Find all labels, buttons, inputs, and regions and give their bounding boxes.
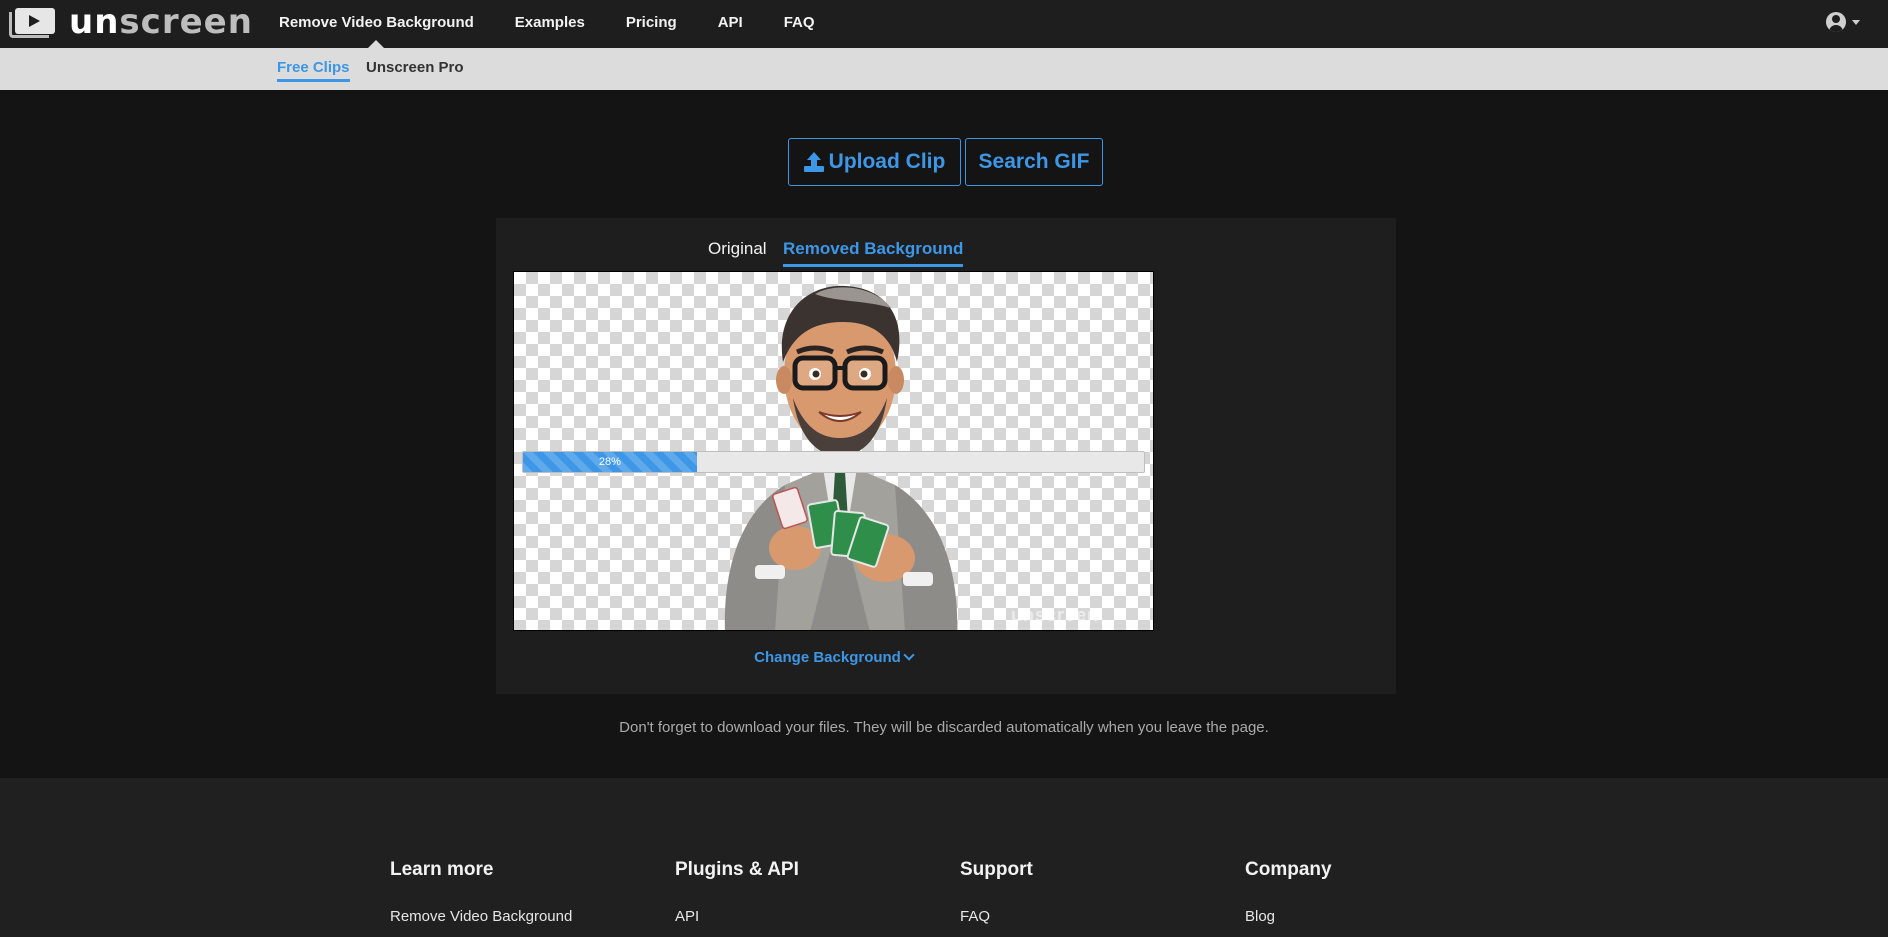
video-preview: 28% unscreen (513, 271, 1154, 631)
footer-heading-learn-more: Learn more (390, 859, 494, 880)
user-circle-icon (1826, 12, 1846, 32)
footer-heading-company: Company (1245, 859, 1332, 880)
nav-pricing[interactable]: Pricing (626, 0, 677, 48)
caret-down-icon (1852, 19, 1860, 25)
result-panel: Original Removed Background 28% unscreen… (496, 218, 1396, 694)
sub-navigation: Free Clips Unscreen Pro (0, 48, 1888, 90)
chevron-down-icon (903, 649, 915, 661)
search-gif-button[interactable]: Search GIF (965, 138, 1103, 186)
progress-label: 28% (598, 456, 621, 468)
watermark: unscreen (1011, 605, 1100, 625)
subnav-free-clips[interactable]: Free Clips (277, 48, 350, 90)
footer-link-faq[interactable]: FAQ (960, 908, 990, 925)
processing-progress-bar: 28% (522, 451, 1145, 473)
tab-removed-background[interactable]: Removed Background (783, 235, 964, 267)
download-notice: Don't forget to download your files. The… (619, 719, 1269, 736)
account-menu[interactable] (1826, 12, 1860, 32)
upload-icon (803, 152, 824, 172)
main-nav: Remove Video Background Examples Pricing… (279, 0, 856, 48)
unscreen-logo[interactable]: unscreen (9, 2, 253, 42)
logo-play-icon (9, 6, 55, 38)
search-gif-label: Search GIF (978, 150, 1090, 173)
upload-clip-label: Upload Clip (828, 150, 946, 173)
footer-link-api[interactable]: API (675, 908, 699, 925)
logo-wordmark: unscreen (69, 2, 253, 42)
subnav-unscreen-pro[interactable]: Unscreen Pro (366, 48, 464, 90)
top-navigation: unscreen Remove Video Background Example… (0, 0, 1888, 48)
nav-api[interactable]: API (718, 0, 743, 48)
nav-examples[interactable]: Examples (515, 0, 585, 48)
upload-clip-button[interactable]: Upload Clip (788, 138, 961, 186)
nav-faq[interactable]: FAQ (784, 0, 815, 48)
change-background-label: Change Background (754, 649, 901, 666)
footer-heading-plugins-api: Plugins & API (675, 859, 799, 880)
footer-link-remove-video-background[interactable]: Remove Video Background (390, 908, 572, 925)
footer-link-blog[interactable]: Blog (1245, 908, 1275, 925)
tab-original[interactable]: Original (708, 235, 767, 267)
footer-heading-support: Support (960, 859, 1033, 880)
change-background-button[interactable]: Change Background (496, 649, 1171, 666)
footer: Learn more Remove Video Background Plugi… (0, 778, 1888, 937)
nav-remove-video-background[interactable]: Remove Video Background (279, 0, 474, 48)
